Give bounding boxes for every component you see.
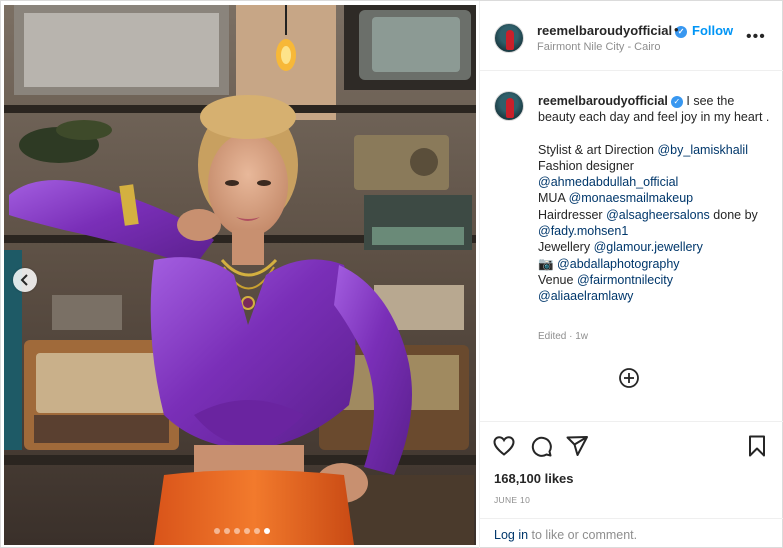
chevron-left-icon bbox=[20, 274, 28, 286]
caption-line: Hairdresser @alsagheersalons done by bbox=[538, 207, 770, 223]
post-side-panel: reemelbaroudyofficial ✓ • Follow Fairmont… bbox=[479, 1, 783, 548]
mention-link[interactable]: @fairmontnilecity bbox=[577, 273, 673, 287]
heart-icon[interactable] bbox=[492, 434, 516, 458]
more-options-icon[interactable]: ••• bbox=[746, 28, 766, 46]
comment-icon[interactable] bbox=[529, 434, 553, 458]
carousel-dot bbox=[254, 528, 260, 534]
caption-label: Hairdresser bbox=[538, 207, 607, 222]
mention-link[interactable]: @by_lamiskhalil bbox=[657, 143, 748, 157]
likes-count[interactable]: 168,100 likes bbox=[494, 471, 574, 486]
post-photo[interactable] bbox=[4, 5, 476, 545]
edited-timestamp: Edited · 1w bbox=[538, 331, 589, 342]
verified-badge-icon: ✓ bbox=[670, 96, 683, 108]
caption-label: done by bbox=[709, 207, 758, 222]
post-date: JUNE 10 bbox=[494, 495, 531, 505]
carousel-dots bbox=[214, 528, 270, 534]
login-prompt: Log in to like or comment. bbox=[494, 528, 637, 542]
caption-avatar[interactable] bbox=[494, 91, 524, 121]
carousel-dot bbox=[234, 528, 240, 534]
caption-line: @ahmedabdullah_official bbox=[538, 174, 770, 190]
carousel-dot bbox=[244, 528, 250, 534]
header-username[interactable]: reemelbaroudyofficial ✓ bbox=[537, 23, 688, 38]
mention-link[interactable]: @aliaaelramlawy bbox=[538, 289, 633, 303]
caption-label: Jewellery bbox=[538, 240, 594, 255]
carousel-prev-button[interactable] bbox=[13, 268, 37, 292]
carousel-dot-active bbox=[264, 528, 270, 534]
mention-link[interactable]: @fady.mohsen1 bbox=[538, 224, 628, 238]
caption-line: @fady.mohsen1 bbox=[538, 223, 770, 239]
caption-line: Stylist & art Direction @by_lamiskhalil bbox=[538, 142, 770, 158]
mention-link[interactable]: @glamour.jewellery bbox=[594, 240, 703, 254]
caption-username[interactable]: reemelbaroudyofficial bbox=[538, 94, 668, 108]
camera-icon: 📷 bbox=[538, 256, 558, 271]
mention-link[interactable]: @abdallaphotography bbox=[557, 257, 680, 271]
post-dialog: reemelbaroudyofficial ✓ • Follow Fairmont… bbox=[0, 0, 783, 548]
mention-link[interactable]: @ahmedabdullah_official bbox=[538, 175, 678, 189]
caption-line: Jewellery @glamour.jewellery bbox=[538, 239, 770, 255]
mention-link[interactable]: @monaesmailmakeup bbox=[569, 191, 694, 205]
login-prompt-text: to like or comment. bbox=[528, 528, 638, 542]
login-link[interactable]: Log in bbox=[494, 528, 528, 542]
send-icon[interactable] bbox=[565, 434, 589, 458]
caption-line: 📷 @abdallaphotography bbox=[538, 256, 770, 272]
caption-area: reemelbaroudyofficial ✓ I see the beauty … bbox=[480, 71, 783, 421]
caption-label: Venue bbox=[538, 272, 577, 287]
carousel-dot bbox=[214, 528, 220, 534]
caption-label: Stylist & art Direction bbox=[538, 142, 658, 157]
caption-line: @aliaaelramlawy bbox=[538, 288, 770, 304]
header-separator: • bbox=[674, 22, 679, 37]
carousel-dot bbox=[224, 528, 230, 534]
mention-link[interactable]: @alsagheersalons bbox=[606, 208, 710, 222]
avatar[interactable] bbox=[494, 23, 524, 53]
follow-button[interactable]: Follow bbox=[692, 23, 733, 38]
actions-area: 168,100 likes JUNE 10 Log in to like or … bbox=[480, 421, 783, 548]
caption-text: reemelbaroudyofficial ✓ I see the beauty … bbox=[538, 93, 770, 305]
caption-line: Venue @fairmontnilecity bbox=[538, 272, 770, 288]
plus-circle-icon[interactable] bbox=[618, 367, 640, 389]
bookmark-icon[interactable] bbox=[745, 434, 769, 458]
post-header: reemelbaroudyofficial ✓ • Follow Fairmont… bbox=[480, 1, 783, 71]
photo-illustration bbox=[4, 5, 476, 545]
caption-line: MUA @monaesmailmakeup bbox=[538, 190, 770, 206]
caption-label: MUA bbox=[538, 191, 569, 206]
login-bar: Log in to like or comment. bbox=[480, 518, 783, 548]
caption-line: Fashion designer bbox=[538, 158, 634, 173]
post-location[interactable]: Fairmont Nile City - Cairo bbox=[537, 41, 660, 53]
